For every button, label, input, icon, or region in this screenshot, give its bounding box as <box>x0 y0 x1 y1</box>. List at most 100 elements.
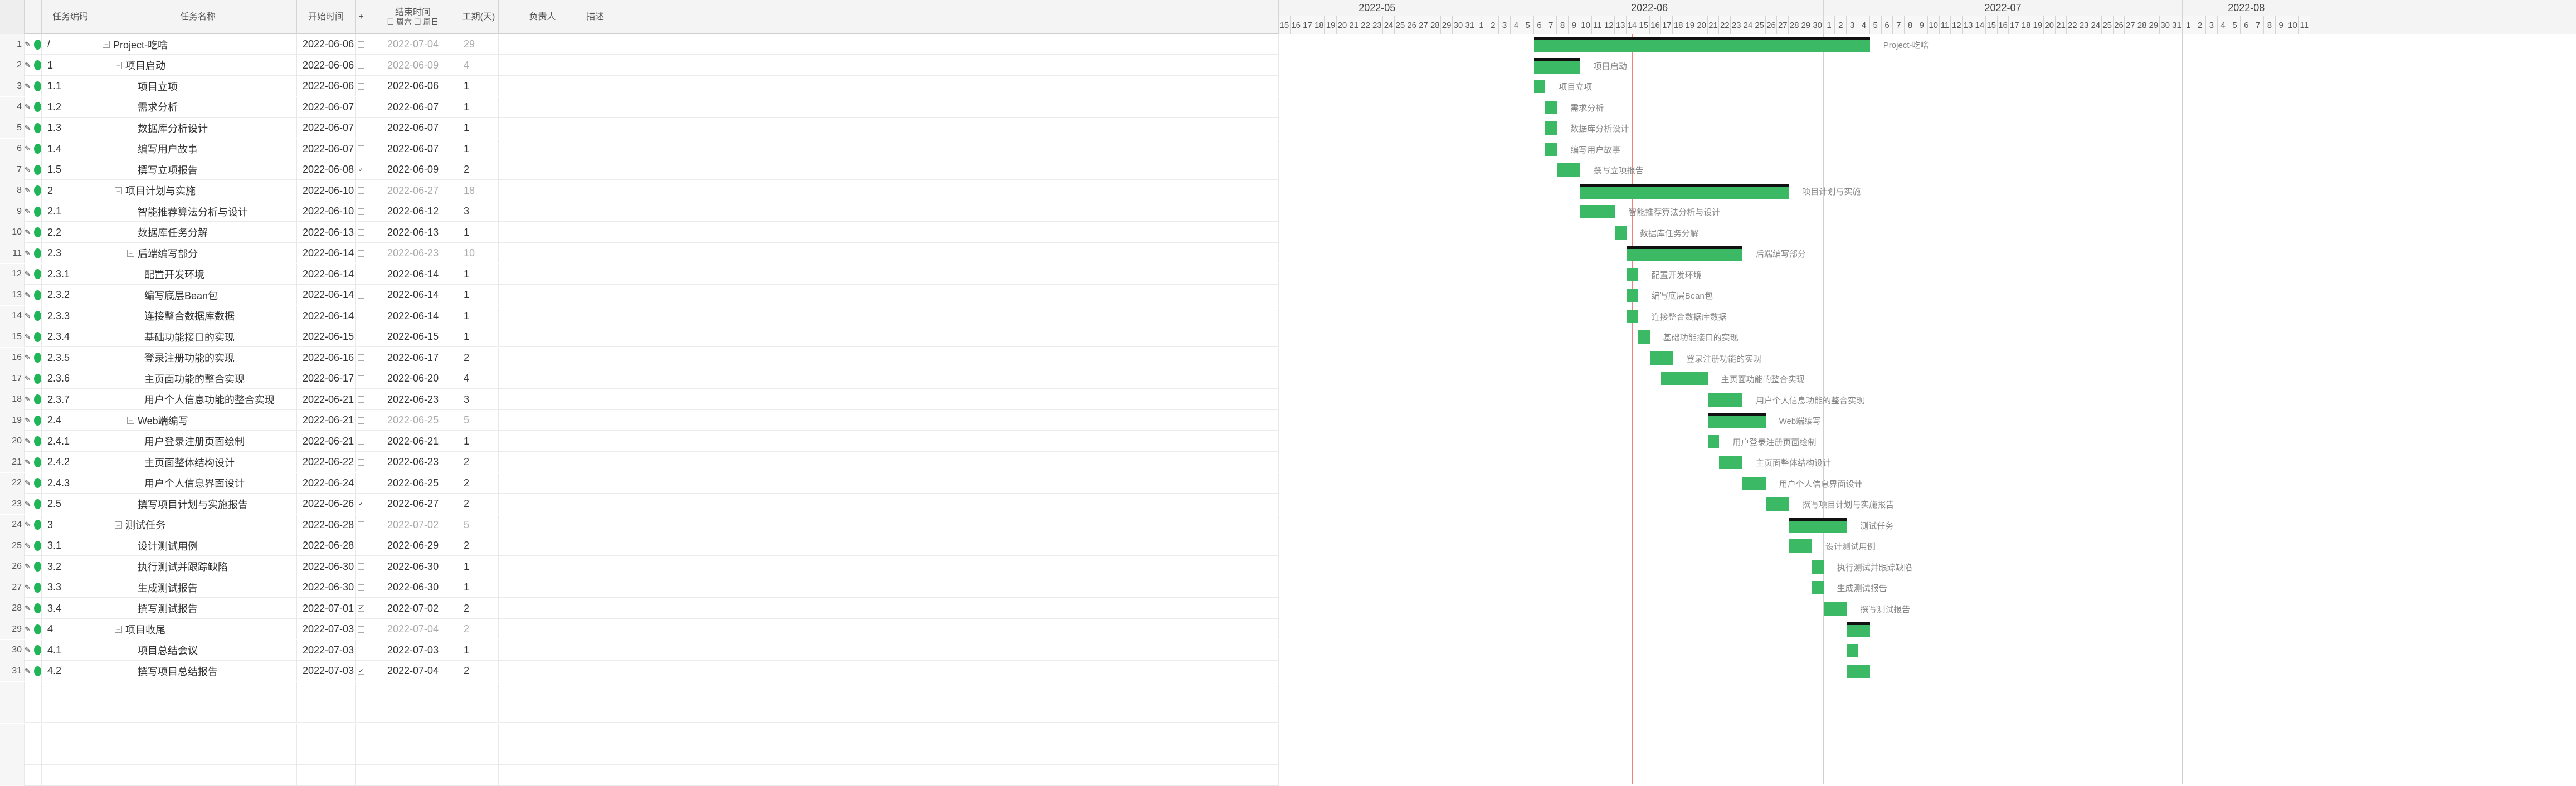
owner-cell[interactable] <box>507 535 578 556</box>
desc-cell[interactable] <box>578 494 1279 514</box>
task-name[interactable]: 撰写测试报告 <box>138 601 198 616</box>
task-name[interactable]: 数据库任务分解 <box>138 225 208 240</box>
task-name[interactable]: 主页面整体结构设计 <box>144 455 235 470</box>
milestone-checkbox[interactable] <box>358 626 364 633</box>
owner-cell[interactable] <box>507 76 578 96</box>
duration[interactable]: 5 <box>464 519 469 531</box>
table-row[interactable]: 7 ✎ 1.5 撰写立项报告 2022-06-08 ✓ 2022-06-09 2 <box>0 159 1279 180</box>
end-date[interactable]: 2022-06-21 <box>387 436 439 447</box>
owner-cell[interactable] <box>507 639 578 661</box>
owner-cell[interactable] <box>507 55 578 76</box>
milestone-checkbox[interactable] <box>358 145 364 152</box>
desc-cell[interactable] <box>578 305 1279 326</box>
end-date[interactable]: 2022-06-27 <box>387 185 439 197</box>
duration[interactable]: 2 <box>464 665 469 677</box>
milestone-checkbox[interactable]: ✓ <box>358 500 364 507</box>
duration[interactable]: 1 <box>464 227 469 238</box>
start-date[interactable]: 2022-07-03 <box>303 665 354 677</box>
start-date[interactable]: 2022-06-30 <box>303 582 354 593</box>
milestone-checkbox[interactable] <box>358 480 364 486</box>
table-row[interactable]: 30 ✎ 4.1 项目总结会议 2022-07-03 2022-07-03 1 <box>0 639 1279 661</box>
task-name[interactable]: 连接整合数据库数据 <box>144 309 235 323</box>
pencil-icon[interactable]: ✎ <box>25 61 31 70</box>
task-name[interactable]: 项目计划与实施 <box>125 183 196 198</box>
desc-cell[interactable] <box>578 222 1279 243</box>
milestone-checkbox[interactable] <box>358 333 364 340</box>
start-date[interactable]: 2022-06-22 <box>303 456 354 468</box>
duration[interactable]: 1 <box>464 122 469 134</box>
collapse-toggle-icon[interactable]: − <box>115 521 122 529</box>
end-date[interactable]: 2022-06-14 <box>387 268 439 280</box>
task-bar[interactable] <box>1545 142 1557 156</box>
end-date[interactable]: 2022-06-14 <box>387 289 439 301</box>
header-name[interactable]: 任务名称 <box>99 0 297 34</box>
task-name[interactable]: 项目总结会议 <box>138 643 198 657</box>
desc-cell[interactable] <box>578 535 1279 556</box>
end-date[interactable]: 2022-06-06 <box>387 80 439 92</box>
owner-cell[interactable] <box>507 118 578 138</box>
desc-cell[interactable] <box>578 34 1279 55</box>
table-row[interactable]: 8 ✎ 2 − 项目计划与实施 2022-06-10 2022-06-27 18 <box>0 180 1279 201</box>
pencil-icon[interactable]: ✎ <box>25 353 31 362</box>
task-name[interactable]: 项目收尾 <box>125 622 165 637</box>
task-bar[interactable] <box>1557 163 1580 177</box>
duration[interactable]: 1 <box>464 101 469 113</box>
pencil-icon[interactable]: ✎ <box>25 395 31 404</box>
owner-cell[interactable] <box>507 96 578 118</box>
task-name[interactable]: 用户个人信息界面设计 <box>144 476 245 490</box>
desc-cell[interactable] <box>578 76 1279 96</box>
duration[interactable]: 3 <box>464 394 469 406</box>
collapse-toggle-icon[interactable]: − <box>115 626 122 633</box>
end-date[interactable]: 2022-06-15 <box>387 331 439 343</box>
task-bar[interactable] <box>1823 602 1847 616</box>
table-row[interactable]: 16 ✎ 2.3.5 登录注册功能的实现 2022-06-16 2022-06-17 2 <box>0 347 1279 368</box>
pencil-icon[interactable]: ✎ <box>25 124 31 133</box>
duration[interactable]: 1 <box>464 436 469 447</box>
task-bar[interactable] <box>1789 539 1812 553</box>
task-name[interactable]: 项目立项 <box>138 79 178 94</box>
milestone-checkbox[interactable] <box>358 82 364 90</box>
task-name[interactable]: 登录注册功能的实现 <box>144 350 235 365</box>
task-bar[interactable] <box>1719 456 1742 469</box>
task-bar[interactable] <box>1661 372 1708 385</box>
start-date[interactable]: 2022-06-14 <box>303 268 354 280</box>
task-bar[interactable] <box>1627 289 1638 302</box>
milestone-checkbox[interactable] <box>358 375 364 382</box>
start-date[interactable]: 2022-07-03 <box>303 623 354 635</box>
desc-cell[interactable] <box>578 263 1279 285</box>
task-bar[interactable] <box>1742 476 1766 490</box>
table-row[interactable]: 9 ✎ 2.1 智能推荐算法分析与设计 2022-06-10 2022-06-12 3 <box>0 201 1279 222</box>
desc-cell[interactable] <box>578 431 1279 452</box>
duration[interactable]: 1 <box>464 289 469 301</box>
table-row[interactable]: 31 ✎ 4.2 撰写项目总结报告 2022-07-03 ✓ 2022-07-04 2 <box>0 661 1279 681</box>
desc-cell[interactable] <box>578 201 1279 222</box>
table-row[interactable]: 21 ✎ 2.4.2 主页面整体结构设计 2022-06-22 2022-06-23 2 <box>0 452 1279 472</box>
start-date[interactable]: 2022-06-28 <box>303 519 354 531</box>
task-bar[interactable] <box>1627 309 1638 323</box>
start-date[interactable]: 2022-06-21 <box>303 414 354 426</box>
desc-cell[interactable] <box>578 452 1279 472</box>
table-row[interactable]: 15 ✎ 2.3.4 基础功能接口的实现 2022-06-15 2022-06-15 1 <box>0 326 1279 347</box>
start-date[interactable]: 2022-06-21 <box>303 394 354 406</box>
desc-cell[interactable] <box>578 285 1279 305</box>
summary-bar[interactable] <box>1533 58 1580 74</box>
table-row[interactable]: 13 ✎ 2.3.2 编写底层Bean包 2022-06-14 2022-06-14 1 <box>0 285 1279 305</box>
desc-cell[interactable] <box>578 389 1279 410</box>
milestone-checkbox[interactable] <box>358 229 364 236</box>
task-name[interactable]: 主页面功能的整合实现 <box>144 372 245 386</box>
desc-cell[interactable] <box>578 598 1279 619</box>
duration[interactable]: 1 <box>464 645 469 656</box>
duration[interactable]: 1 <box>464 561 469 573</box>
duration[interactable]: 4 <box>464 373 469 384</box>
owner-cell[interactable] <box>507 619 578 639</box>
start-date[interactable]: 2022-06-26 <box>303 498 354 510</box>
duration[interactable]: 4 <box>464 60 469 71</box>
table-row[interactable]: 23 ✎ 2.5 撰写项目计划与实施报告 2022-06-26 ✓ 2022-06-27 2 <box>0 494 1279 514</box>
task-name[interactable]: 编写底层Bean包 <box>144 288 218 302</box>
summary-bar[interactable] <box>1627 246 1742 261</box>
end-date[interactable]: 2022-06-09 <box>387 60 439 71</box>
column-splitter[interactable] <box>499 0 507 34</box>
pencil-icon[interactable]: ✎ <box>25 40 31 49</box>
desc-cell[interactable] <box>578 347 1279 368</box>
start-date[interactable]: 2022-06-15 <box>303 331 354 343</box>
